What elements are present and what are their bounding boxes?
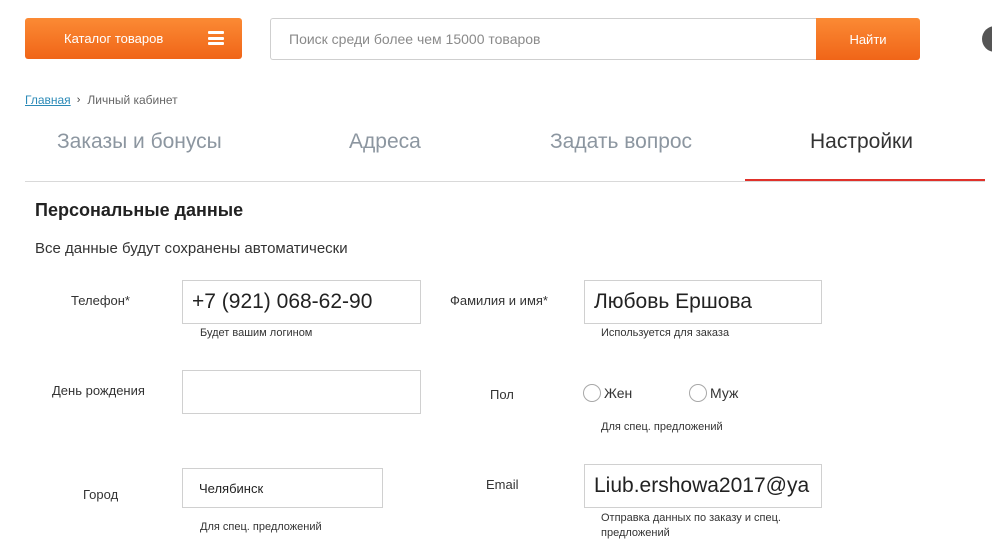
name-field[interactable]	[584, 280, 822, 324]
tab-orders[interactable]: Заказы и бонусы	[57, 130, 222, 154]
active-tab-indicator	[745, 179, 985, 181]
catalog-button-label: Каталог товаров	[64, 31, 164, 46]
autosave-note: Все данные будут сохранены автоматически	[35, 240, 348, 257]
city-hint: Для спец. предложений	[200, 521, 322, 533]
radio-female-icon[interactable]	[583, 384, 601, 402]
phone-hint: Будет вашим логином	[200, 327, 313, 339]
name-hint: Используется для заказа	[601, 327, 730, 339]
breadcrumb-separator-icon: ›	[76, 94, 81, 106]
email-hint-line-2: предложений	[601, 527, 670, 539]
tab-settings[interactable]: Настройки	[810, 130, 913, 154]
gender-option-female-label: Жен	[604, 385, 633, 401]
city-label: Город	[83, 487, 119, 502]
search-input[interactable]	[270, 18, 816, 60]
menu-icon	[208, 31, 224, 45]
birthday-field[interactable]	[182, 370, 421, 414]
tab-question[interactable]: Задать вопрос	[550, 130, 692, 154]
phone-field[interactable]	[182, 280, 421, 324]
city-field[interactable]	[182, 468, 383, 508]
gender-label: Пол	[490, 387, 514, 402]
email-hint: Отправка данных по заказу и спец. предло…	[601, 511, 781, 541]
email-label: Email	[486, 477, 519, 492]
section-title: Персональные данные	[35, 200, 244, 220]
breadcrumb-current: Личный кабинет	[87, 93, 178, 107]
radio-male-icon[interactable]	[689, 384, 707, 402]
breadcrumb-home-link[interactable]: Главная	[25, 93, 71, 107]
email-hint-line-1: Отправка данных по заказу и спец.	[601, 512, 781, 524]
catalog-button[interactable]: Каталог товаров	[25, 18, 242, 59]
breadcrumb: Главная › Личный кабинет	[25, 93, 178, 107]
birthday-label: День рождения	[52, 383, 145, 398]
gender-option-male[interactable]: Муж	[689, 384, 738, 402]
user-icon[interactable]	[982, 26, 992, 52]
gender-option-male-label: Муж	[710, 385, 739, 401]
gender-hint: Для спец. предложений	[601, 421, 723, 433]
email-field[interactable]	[584, 464, 822, 508]
name-label: Фамилия и имя*	[450, 293, 548, 308]
phone-label: Телефон*	[71, 293, 130, 308]
search-button[interactable]: Найти	[816, 18, 920, 60]
tab-addresses[interactable]: Адреса	[349, 130, 421, 154]
gender-option-female[interactable]: Жен	[583, 384, 632, 402]
account-tabs: Заказы и бонусы Адреса Задать вопрос Нас…	[25, 130, 985, 182]
